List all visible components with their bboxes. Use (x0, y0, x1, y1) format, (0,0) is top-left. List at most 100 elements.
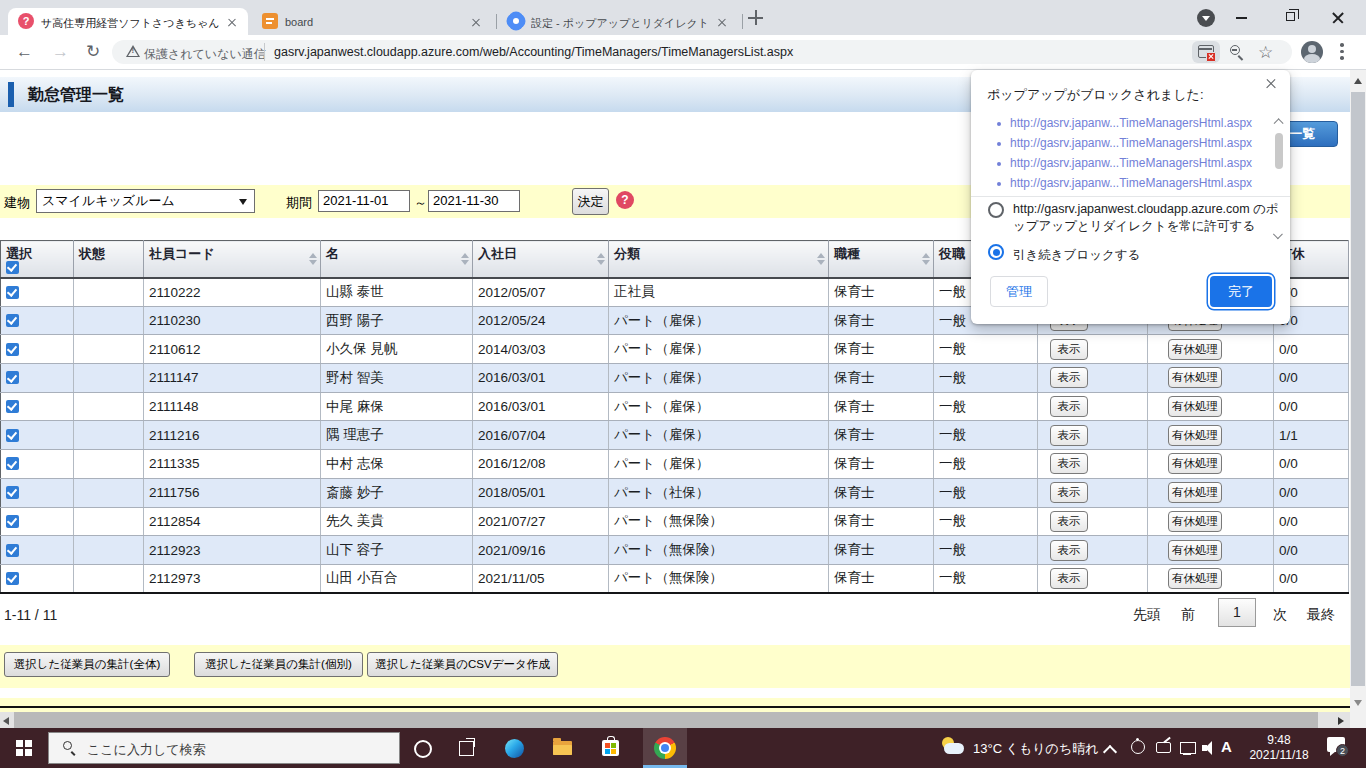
not-secure-icon[interactable] (126, 45, 140, 57)
row-checkbox[interactable] (6, 429, 19, 442)
pagination-first[interactable]: 先頭 (1133, 606, 1161, 624)
blocked-url-item[interactable]: http://gasrv.japanw...TimeManagersHtml.a… (997, 174, 1265, 194)
block-radio-label[interactable]: 引き続きブロックする (1013, 247, 1140, 264)
column-header[interactable]: 入社日 (473, 241, 609, 278)
pagination-prev[interactable]: 前 (1181, 606, 1195, 624)
hscroll-thumb[interactable] (14, 712, 1318, 728)
pagination-last[interactable]: 最終 (1307, 606, 1335, 624)
row-checkbox[interactable] (6, 400, 19, 413)
new-tab-button[interactable] (748, 10, 764, 26)
window-restore-button[interactable] (1286, 12, 1295, 21)
browser-menu-icon[interactable] (1340, 43, 1344, 61)
back-button[interactable]: ← (16, 41, 33, 63)
leave-process-button[interactable]: 有休処理 (1168, 367, 1222, 388)
leave-process-button[interactable]: 有休処理 (1168, 568, 1222, 589)
blocked-url-item[interactable]: http://gasrv.japanw...TimeManagersHtml.a… (997, 134, 1265, 154)
date-to-input[interactable]: 2021-11-30 (428, 190, 520, 212)
start-button[interactable] (0, 728, 48, 768)
tray-network-icon[interactable] (1178, 738, 1198, 758)
column-header[interactable]: 職種 (829, 241, 934, 278)
show-button[interactable]: 表示 (1050, 425, 1088, 446)
row-checkbox[interactable] (6, 343, 19, 356)
window-minimize-button[interactable] (1236, 17, 1247, 19)
list-scroll-up-icon[interactable] (1275, 118, 1283, 126)
cortana-icon[interactable] (400, 728, 444, 768)
allow-radio[interactable] (988, 202, 1004, 218)
manage-button[interactable]: 管理 (990, 276, 1048, 307)
csv-create-button[interactable]: 選択した従業員のCSVデータ作成 (367, 652, 558, 677)
security-label[interactable]: 保護されていない通信 (144, 46, 266, 63)
task-view-icon[interactable] (444, 728, 488, 768)
list-scroll-thumb[interactable] (1275, 133, 1283, 169)
window-close-button[interactable] (1331, 11, 1345, 25)
vscroll-up-arrow[interactable] (1354, 78, 1362, 84)
show-button[interactable]: 表示 (1050, 568, 1088, 589)
row-checkbox[interactable] (6, 572, 19, 585)
bookmark-star-icon[interactable]: ☆ (1258, 42, 1273, 63)
show-button[interactable]: 表示 (1050, 453, 1088, 474)
show-button[interactable]: 表示 (1050, 396, 1088, 417)
show-button[interactable]: 表示 (1050, 511, 1088, 532)
leave-process-button[interactable]: 有休処理 (1168, 453, 1222, 474)
building-select[interactable]: スマイルキッズルーム (36, 189, 255, 213)
show-button[interactable]: 表示 (1050, 339, 1088, 360)
row-checkbox[interactable] (6, 314, 19, 327)
vertical-scrollbar[interactable] (1350, 70, 1366, 728)
allow-radio-label[interactable]: http://gasrv.japanwest.cloudapp.azure.co… (1013, 201, 1287, 235)
tray-volume-icon[interactable] (1200, 738, 1220, 758)
leave-process-button[interactable]: 有休処理 (1168, 339, 1222, 360)
leave-process-button[interactable]: 有休処理 (1168, 396, 1222, 417)
edge-icon[interactable] (492, 728, 536, 768)
date-from-input[interactable]: 2021-11-01 (318, 190, 410, 212)
ime-indicator[interactable]: A (1221, 738, 1232, 755)
tab-app[interactable]: ? サ高住専用経営ソフトさつきちゃん (8, 8, 248, 35)
vscroll-down-arrow[interactable] (1354, 700, 1362, 706)
url-text[interactable]: gasrv.japanwest.cloudapp.azure.com/web/A… (274, 45, 793, 59)
column-header[interactable]: 社員コード (144, 241, 321, 278)
row-checkbox[interactable] (6, 457, 19, 470)
tray-circle-icon[interactable] (1128, 738, 1148, 758)
leave-process-button[interactable]: 有休処理 (1168, 540, 1222, 561)
tab-close-icon[interactable] (715, 15, 729, 29)
aggregate-all-button[interactable]: 選択した従業員の集計(全体) (4, 652, 170, 677)
popup-close-icon[interactable] (1264, 77, 1278, 91)
tab-board[interactable]: board (252, 8, 492, 35)
zoom-icon[interactable] (1230, 45, 1240, 55)
tray-pen-icon[interactable] (1154, 738, 1174, 758)
pagination-next[interactable]: 次 (1273, 606, 1287, 624)
pagination-page-button[interactable]: 1 (1218, 598, 1256, 627)
row-checkbox[interactable] (6, 515, 19, 528)
tab-close-icon[interactable] (225, 15, 239, 29)
horizontal-scrollbar[interactable] (0, 712, 1350, 728)
leave-process-button[interactable]: 有休処理 (1168, 425, 1222, 446)
reload-button[interactable]: ↻ (86, 41, 100, 63)
show-button[interactable]: 表示 (1050, 482, 1088, 503)
chrome-icon[interactable] (643, 728, 687, 768)
weather-text[interactable]: 13°C くもりのち晴れ (973, 740, 1099, 758)
file-explorer-icon[interactable] (540, 728, 584, 768)
media-controls-icon[interactable] (1197, 9, 1215, 27)
hscroll-left-arrow[interactable] (3, 717, 9, 725)
aggregate-individual-button[interactable]: 選択した従業員の集計(個別) (194, 652, 363, 677)
submit-button[interactable]: 決定 (572, 188, 609, 215)
row-checkbox[interactable] (6, 486, 19, 499)
tab-settings[interactable]: 設定 - ポップアップとリダイレクト (498, 8, 738, 35)
profile-avatar[interactable] (1301, 41, 1323, 63)
tray-expand-icon[interactable] (1104, 744, 1116, 756)
column-header[interactable]: 分類 (609, 241, 829, 278)
blocked-url-item[interactable]: http://gasrv.japanw...TimeManagersHtml.a… (997, 114, 1265, 134)
hscroll-right-arrow[interactable] (1338, 717, 1344, 725)
taskbar-search-box[interactable]: ここに入力して検索 (48, 732, 400, 764)
show-button[interactable]: 表示 (1050, 367, 1088, 388)
taskbar-clock[interactable]: 9:482021/11/18 (1246, 733, 1312, 763)
blocked-url-item[interactable]: http://gasrv.japanw...TimeManagersHtml.a… (997, 154, 1265, 174)
show-button[interactable]: 表示 (1050, 540, 1088, 561)
weather-icon[interactable] (941, 734, 967, 760)
tab-close-icon[interactable] (469, 15, 483, 29)
store-icon[interactable] (588, 728, 632, 768)
block-radio[interactable] (988, 244, 1004, 260)
help-icon[interactable]: ? (616, 191, 634, 209)
forward-button[interactable]: → (52, 41, 69, 63)
select-all-checkbox[interactable] (6, 261, 19, 274)
leave-process-button[interactable]: 有休処理 (1168, 511, 1222, 532)
